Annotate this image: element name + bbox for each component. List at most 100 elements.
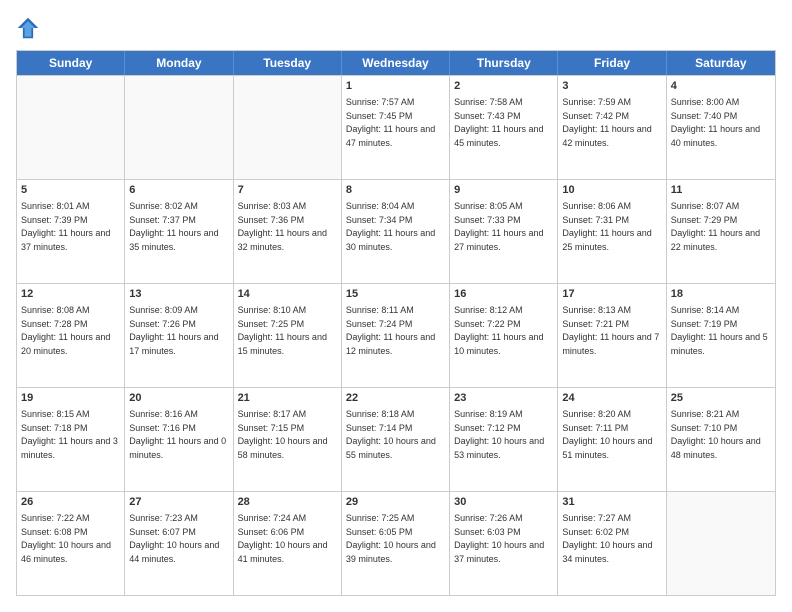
header <box>16 16 776 40</box>
calendar-body: 1Sunrise: 7:57 AMSunset: 7:45 PMDaylight… <box>17 75 775 595</box>
calendar-cell <box>125 76 233 179</box>
calendar-cell: 29 Sunrise: 7:25 AMSunset: 6:05 PMDayligh… <box>342 492 450 595</box>
calendar-cell: 15 Sunrise: 8:11 AMSunset: 7:24 PMDayligh… <box>342 284 450 387</box>
calendar-cell: 26 Sunrise: 7:22 AMSunset: 6:08 PMDayligh… <box>17 492 125 595</box>
calendar-cell: 20 Sunrise: 8:16 AMSunset: 7:16 PMDayligh… <box>125 388 233 491</box>
day-number: 19 <box>21 391 120 406</box>
sun-info: Sunrise: 8:13 AMSunset: 7:21 PMDaylight:… <box>562 305 659 356</box>
day-number: 24 <box>562 391 661 406</box>
week-row-2: 5Sunrise: 8:01 AMSunset: 7:39 PMDaylight… <box>17 179 775 283</box>
calendar-cell: 23 Sunrise: 8:19 AMSunset: 7:12 PMDayligh… <box>450 388 558 491</box>
day-number: 20 <box>129 391 228 406</box>
sun-info: Sunrise: 8:04 AMSunset: 7:34 PMDaylight:… <box>346 201 435 252</box>
calendar-cell: 21 Sunrise: 8:17 AMSunset: 7:15 PMDayligh… <box>234 388 342 491</box>
day-number: 22 <box>346 391 445 406</box>
sun-info: Sunrise: 8:16 AMSunset: 7:16 PMDaylight:… <box>129 409 226 460</box>
calendar-cell: 31 Sunrise: 7:27 AMSunset: 6:02 PMDayligh… <box>558 492 666 595</box>
calendar-cell: 5Sunrise: 8:01 AMSunset: 7:39 PMDaylight… <box>17 180 125 283</box>
calendar-cell: 17Sunrise: 8:13 AMSunset: 7:21 PMDayligh… <box>558 284 666 387</box>
sun-info: Sunrise: 7:27 AMSunset: 6:02 PMDaylight:… <box>562 513 652 564</box>
day-number: 5 <box>21 183 120 198</box>
day-number: 6 <box>129 183 228 198</box>
calendar-cell: 25Sunrise: 8:21 AMSunset: 7:10 PMDayligh… <box>667 388 775 491</box>
calendar-cell: 18 Sunrise: 8:14 AMSunset: 7:19 PMDayligh… <box>667 284 775 387</box>
day-number: 31 <box>562 495 661 510</box>
day-number: 30 <box>454 495 553 510</box>
day-number: 12 <box>21 287 120 302</box>
sun-info: Sunrise: 7:26 AMSunset: 6:03 PMDaylight:… <box>454 513 544 564</box>
day-header-saturday: Saturday <box>667 51 775 75</box>
day-header-sunday: Sunday <box>17 51 125 75</box>
calendar-cell: 9Sunrise: 8:05 AMSunset: 7:33 PMDaylight… <box>450 180 558 283</box>
sun-info: Sunrise: 8:00 AMSunset: 7:40 PMDaylight:… <box>671 97 760 148</box>
calendar-cell: 3 Sunrise: 7:59 AMSunset: 7:42 PMDaylight… <box>558 76 666 179</box>
sun-info: Sunrise: 7:23 AMSunset: 6:07 PMDaylight:… <box>129 513 219 564</box>
calendar-cell <box>234 76 342 179</box>
day-number: 27 <box>129 495 228 510</box>
sun-info: Sunrise: 7:59 AMSunset: 7:42 PMDaylight:… <box>562 97 651 148</box>
day-number: 26 <box>21 495 120 510</box>
sun-info: Sunrise: 8:08 AMSunset: 7:28 PMDaylight:… <box>21 305 110 356</box>
logo <box>16 16 44 40</box>
sun-info: Sunrise: 8:03 AMSunset: 7:36 PMDaylight:… <box>238 201 327 252</box>
calendar-cell: 28Sunrise: 7:24 AMSunset: 6:06 PMDayligh… <box>234 492 342 595</box>
day-number: 10 <box>562 183 661 198</box>
calendar-cell: 22 Sunrise: 8:18 AMSunset: 7:14 PMDayligh… <box>342 388 450 491</box>
sun-info: Sunrise: 8:07 AMSunset: 7:29 PMDaylight:… <box>671 201 760 252</box>
day-number: 2 <box>454 79 553 94</box>
calendar-cell: 27 Sunrise: 7:23 AMSunset: 6:07 PMDayligh… <box>125 492 233 595</box>
sun-info: Sunrise: 8:10 AMSunset: 7:25 PMDaylight:… <box>238 305 327 356</box>
week-row-1: 1Sunrise: 7:57 AMSunset: 7:45 PMDaylight… <box>17 75 775 179</box>
sun-info: Sunrise: 8:12 AMSunset: 7:22 PMDaylight:… <box>454 305 543 356</box>
day-header-monday: Monday <box>125 51 233 75</box>
sun-info: Sunrise: 7:58 AMSunset: 7:43 PMDaylight:… <box>454 97 543 148</box>
day-number: 15 <box>346 287 445 302</box>
calendar-cell: 7 Sunrise: 8:03 AMSunset: 7:36 PMDaylight… <box>234 180 342 283</box>
sun-info: Sunrise: 7:24 AMSunset: 6:06 PMDaylight:… <box>238 513 328 564</box>
logo-icon <box>16 16 40 40</box>
calendar-header: SundayMondayTuesdayWednesdayThursdayFrid… <box>17 51 775 75</box>
sun-info: Sunrise: 8:15 AMSunset: 7:18 PMDaylight:… <box>21 409 118 460</box>
sun-info: Sunrise: 8:02 AMSunset: 7:37 PMDaylight:… <box>129 201 218 252</box>
day-number: 3 <box>562 79 661 94</box>
calendar-cell <box>17 76 125 179</box>
calendar-cell: 14 Sunrise: 8:10 AMSunset: 7:25 PMDayligh… <box>234 284 342 387</box>
sun-info: Sunrise: 7:22 AMSunset: 6:08 PMDaylight:… <box>21 513 111 564</box>
sun-info: Sunrise: 8:21 AMSunset: 7:10 PMDaylight:… <box>671 409 761 460</box>
day-number: 14 <box>238 287 337 302</box>
calendar-cell: 8 Sunrise: 8:04 AMSunset: 7:34 PMDaylight… <box>342 180 450 283</box>
sun-info: Sunrise: 8:19 AMSunset: 7:12 PMDaylight:… <box>454 409 544 460</box>
calendar-cell: 2 Sunrise: 7:58 AMSunset: 7:43 PMDaylight… <box>450 76 558 179</box>
calendar: SundayMondayTuesdayWednesdayThursdayFrid… <box>16 50 776 596</box>
sun-info: Sunrise: 7:25 AMSunset: 6:05 PMDaylight:… <box>346 513 436 564</box>
day-header-thursday: Thursday <box>450 51 558 75</box>
day-number: 16 <box>454 287 553 302</box>
calendar-cell <box>667 492 775 595</box>
calendar-cell: 30 Sunrise: 7:26 AMSunset: 6:03 PMDayligh… <box>450 492 558 595</box>
calendar-cell: 10 Sunrise: 8:06 AMSunset: 7:31 PMDayligh… <box>558 180 666 283</box>
day-number: 8 <box>346 183 445 198</box>
day-number: 4 <box>671 79 771 94</box>
week-row-3: 12 Sunrise: 8:08 AMSunset: 7:28 PMDayligh… <box>17 283 775 387</box>
day-header-wednesday: Wednesday <box>342 51 450 75</box>
day-number: 23 <box>454 391 553 406</box>
day-number: 7 <box>238 183 337 198</box>
calendar-cell: 19 Sunrise: 8:15 AMSunset: 7:18 PMDayligh… <box>17 388 125 491</box>
day-number: 18 <box>671 287 771 302</box>
week-row-4: 19 Sunrise: 8:15 AMSunset: 7:18 PMDayligh… <box>17 387 775 491</box>
day-number: 29 <box>346 495 445 510</box>
calendar-cell: 13 Sunrise: 8:09 AMSunset: 7:26 PMDayligh… <box>125 284 233 387</box>
day-number: 21 <box>238 391 337 406</box>
sun-info: Sunrise: 8:17 AMSunset: 7:15 PMDaylight:… <box>238 409 328 460</box>
calendar-cell: 6 Sunrise: 8:02 AMSunset: 7:37 PMDaylight… <box>125 180 233 283</box>
calendar-cell: 24Sunrise: 8:20 AMSunset: 7:11 PMDayligh… <box>558 388 666 491</box>
sun-info: Sunrise: 8:09 AMSunset: 7:26 PMDaylight:… <box>129 305 218 356</box>
day-header-friday: Friday <box>558 51 666 75</box>
sun-info: Sunrise: 8:18 AMSunset: 7:14 PMDaylight:… <box>346 409 436 460</box>
day-number: 13 <box>129 287 228 302</box>
page: SundayMondayTuesdayWednesdayThursdayFrid… <box>0 0 792 612</box>
sun-info: Sunrise: 8:14 AMSunset: 7:19 PMDaylight:… <box>671 305 768 356</box>
sun-info: Sunrise: 8:11 AMSunset: 7:24 PMDaylight:… <box>346 305 435 356</box>
day-number: 11 <box>671 183 771 198</box>
sun-info: Sunrise: 8:06 AMSunset: 7:31 PMDaylight:… <box>562 201 651 252</box>
